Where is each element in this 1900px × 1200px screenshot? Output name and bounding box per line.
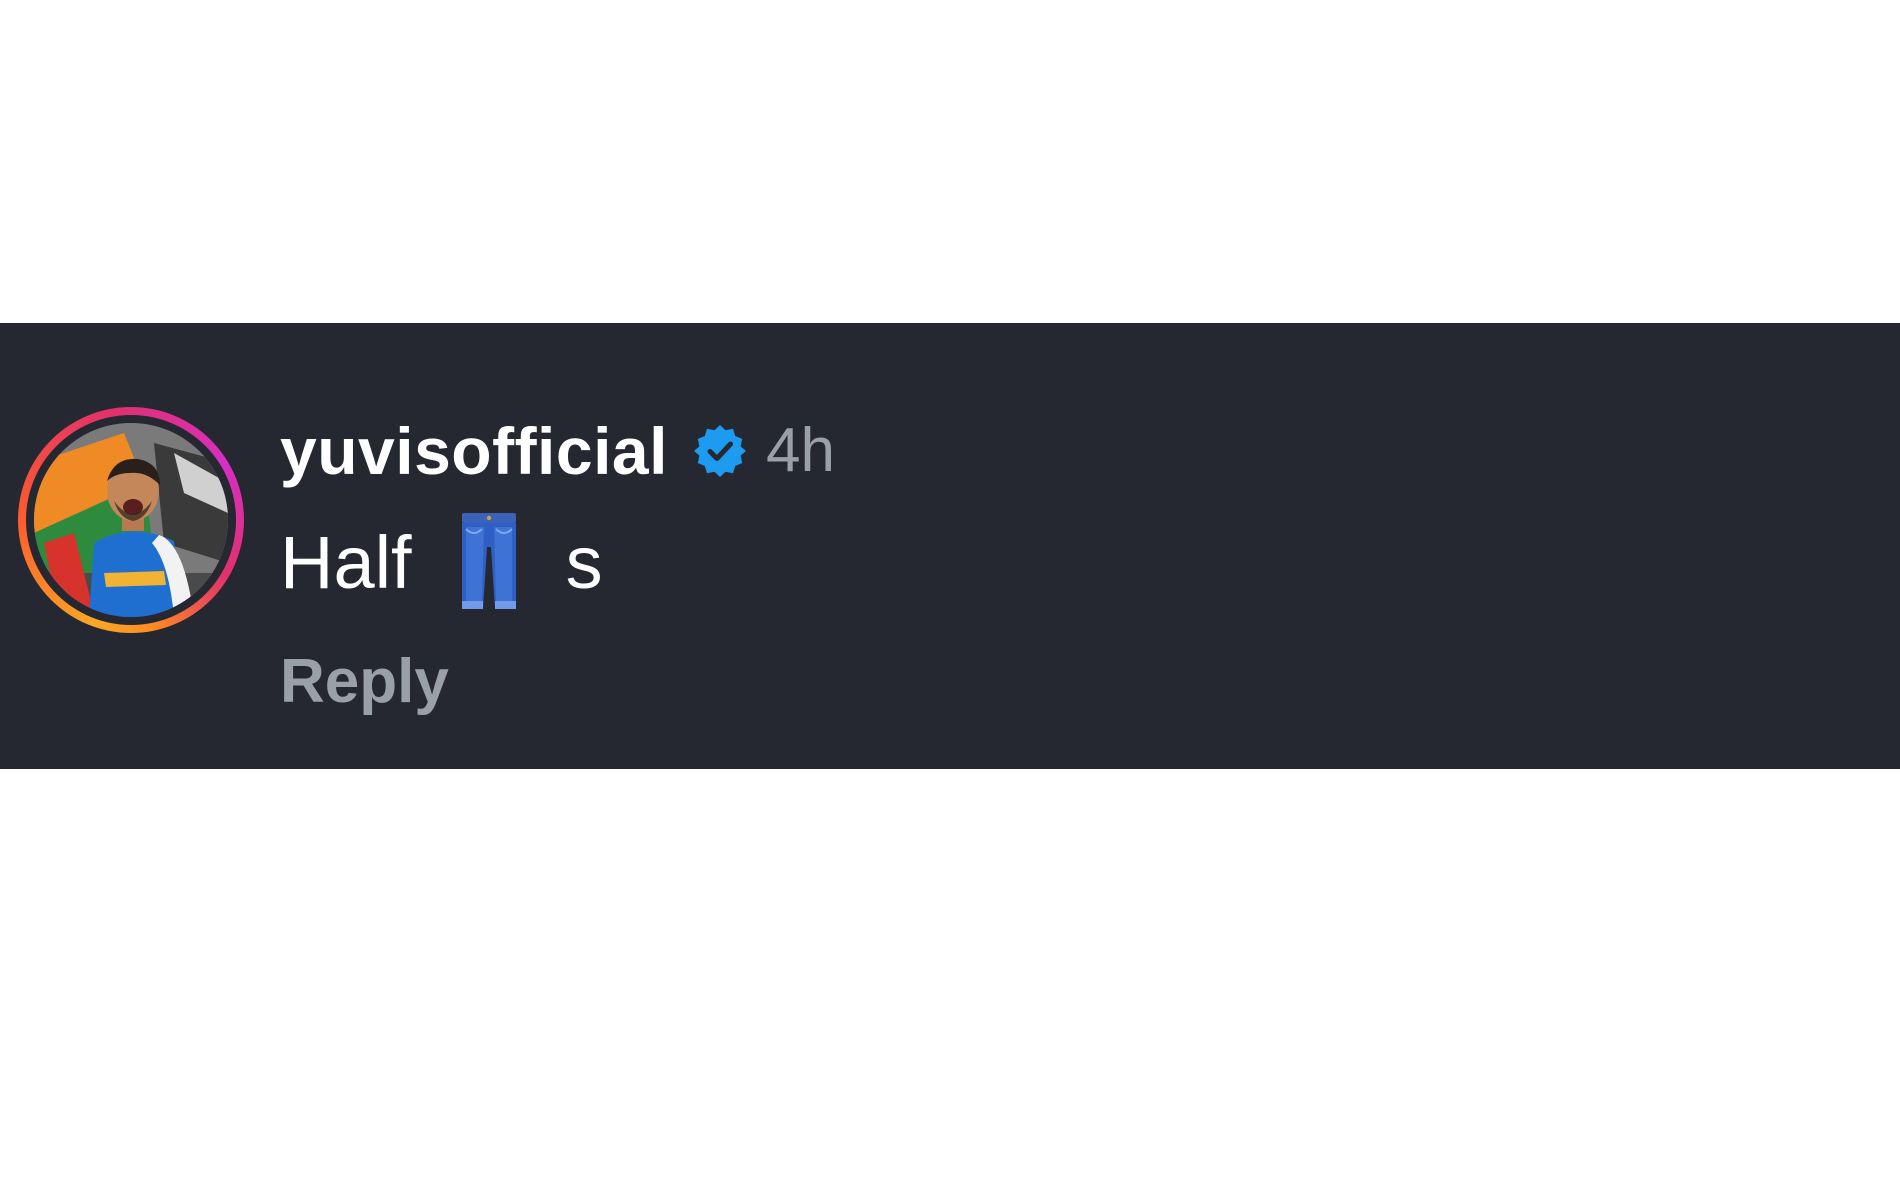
jeans-icon (458, 513, 520, 613)
profile-photo-icon (34, 423, 228, 617)
comment-text: Half s (280, 513, 835, 613)
reply-button[interactable]: Reply (280, 651, 835, 713)
comment-body: yuvisofficial 4h Half s Reply (280, 411, 835, 713)
comment-row: yuvisofficial 4h Half s Reply (0, 323, 1900, 769)
username[interactable]: yuvisofficial (280, 418, 668, 484)
page: yuvisofficial 4h Half s Reply (0, 0, 1900, 1200)
comment-text-part: Half (280, 521, 412, 604)
comment-text-part: s (565, 521, 603, 604)
avatar[interactable] (34, 423, 228, 617)
comment-meta: yuvisofficial 4h (280, 411, 835, 491)
story-ring[interactable] (18, 407, 244, 633)
verified-badge-icon (692, 423, 748, 479)
timestamp: 4h (765, 416, 835, 485)
